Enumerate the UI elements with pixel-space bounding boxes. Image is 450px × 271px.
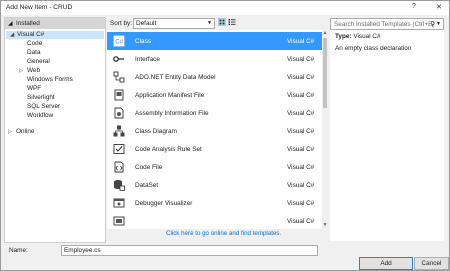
template-item-dataset[interactable]: DataSet Visual C#	[107, 176, 322, 194]
tree-item-online[interactable]: ▷ Online	[8, 128, 68, 136]
small-icons-view-icon[interactable]	[218, 18, 226, 26]
type-label: Type:	[335, 33, 352, 40]
class-diagram-icon	[113, 125, 125, 137]
template-language: Visual C#	[287, 74, 315, 81]
help-button[interactable]: ?	[408, 3, 420, 10]
add-button[interactable]: Add	[359, 257, 413, 270]
name-field-value: Employee.cs	[64, 247, 101, 254]
entity-model-icon	[113, 71, 125, 83]
template-language: Visual C#	[287, 38, 315, 45]
name-label: Name:	[9, 247, 28, 254]
installed-header[interactable]: ◢ Installed	[5, 18, 105, 29]
template-name: Class Diagram	[135, 128, 177, 135]
tree-item-web[interactable]: ▷ Web	[19, 67, 79, 75]
template-item-partial[interactable]: Visual C#	[107, 212, 322, 229]
tree-item-wpf[interactable]: WPF	[27, 85, 41, 93]
sort-toolbar: Sort by: Default ▼	[106, 17, 328, 29]
template-name: Interface	[135, 56, 160, 63]
type-value: Visual C#	[353, 33, 381, 40]
expand-arrow-icon: ▷	[8, 129, 13, 135]
template-language: Visual C#	[287, 200, 315, 207]
template-name: DataSet	[135, 182, 159, 189]
details-panel: Search Installed Templates (Ctrl+E) ⚲ ▼ …	[330, 17, 444, 241]
partial-item-icon	[113, 216, 125, 226]
cancel-button[interactable]: Cancel	[414, 257, 449, 270]
expand-arrow-icon: ▷	[19, 68, 24, 74]
tree-item-workflow[interactable]: Workflow	[27, 112, 53, 120]
list-view-icon[interactable]	[228, 18, 236, 26]
chevron-down-icon[interactable]: ▼	[436, 21, 441, 27]
tree-item-sql-server[interactable]: SQL Server	[27, 103, 60, 111]
find-templates-online-link[interactable]: Click here to go online and find templat…	[166, 230, 281, 237]
sort-by-value: Default	[136, 20, 157, 27]
template-item-class-diagram[interactable]: Class Diagram Visual C#	[107, 122, 322, 140]
template-language: Visual C#	[287, 182, 315, 189]
template-language: Visual C#	[287, 218, 315, 225]
interface-icon	[113, 56, 124, 62]
template-item-class[interactable]: C# Class Visual C#	[107, 32, 322, 50]
scroll-up-icon[interactable]: ▲	[322, 30, 328, 36]
template-description: An empty class declaration	[335, 45, 412, 52]
tree-item-label: Online	[16, 128, 35, 135]
template-item-code-analysis-rule-set[interactable]: Code Analysis Rule Set Visual C#	[107, 140, 322, 158]
installed-label: Installed	[16, 20, 40, 27]
type-line: Type: Visual C#	[335, 33, 381, 40]
template-name: Code Analysis Rule Set	[135, 146, 202, 153]
search-icon[interactable]: ⚲	[430, 20, 435, 28]
code-file-icon	[114, 161, 124, 173]
expand-arrow-icon: ◢	[10, 32, 15, 38]
tree-item-label: Web	[27, 67, 41, 74]
template-name: Code File	[135, 164, 163, 171]
template-language: Visual C#	[287, 110, 315, 117]
collapse-arrow-icon: ◢	[8, 21, 13, 27]
search-input[interactable]: Search Installed Templates (Ctrl+E) ⚲ ▼	[330, 18, 444, 30]
template-language: Visual C#	[287, 56, 315, 63]
template-item-assembly-information-file[interactable]: Assembly Information File Visual C#	[107, 104, 322, 122]
template-language: Visual C#	[287, 92, 315, 99]
sort-by-label: Sort by:	[110, 20, 133, 27]
template-item-code-file[interactable]: Code File Visual C#	[107, 158, 322, 176]
template-language: Visual C#	[287, 146, 315, 153]
template-list: C# Class Visual C# Interface Visual C# A…	[107, 30, 322, 229]
tree-item-label: Visual C#	[17, 31, 45, 38]
template-name: Assembly Information File	[135, 110, 209, 117]
template-name: Class	[135, 38, 151, 45]
template-item-interface[interactable]: Interface Visual C#	[107, 50, 322, 68]
template-item-debugger-visualizer[interactable]: Debugger Visualizer Visual C#	[107, 194, 322, 212]
template-language: Visual C#	[287, 164, 315, 171]
manifest-icon	[114, 89, 124, 101]
close-button[interactable]: ✕	[433, 3, 445, 11]
search-placeholder: Search Installed Templates (Ctrl+E)	[334, 21, 435, 28]
class-icon: C#	[113, 35, 125, 47]
assembly-info-icon	[114, 107, 124, 119]
scroll-down-icon[interactable]: ▼	[322, 222, 328, 228]
template-item-application-manifest-file[interactable]: Application Manifest File Visual C#	[107, 86, 322, 104]
tree-item-windows-forms[interactable]: Windows Forms	[27, 76, 73, 84]
dataset-icon	[114, 180, 125, 191]
template-item-ado-net-entity-data-model[interactable]: ADO.NET Entity Data Model Visual C#	[107, 68, 322, 86]
category-tree-panel: ◢ Installed ◢ Visual C# Code Data Genera…	[4, 17, 106, 243]
svg-text:C#: C#	[115, 40, 123, 46]
tree-item-data[interactable]: Data	[27, 49, 41, 57]
name-field[interactable]: Employee.cs	[61, 245, 318, 256]
template-list-scrollbar[interactable]: ▲ ▼	[322, 30, 328, 229]
window-title: Add New Item - CRUD	[6, 4, 73, 11]
tree-item-visual-csharp[interactable]: ◢ Visual C#	[6, 31, 104, 39]
add-new-item-dialog: Add New Item - CRUD ? ✕ ◢ Installed ◢ Vi…	[0, 0, 450, 271]
title-bar: Add New Item - CRUD ? ✕	[1, 1, 449, 15]
template-name: ADO.NET Entity Data Model	[135, 74, 216, 81]
template-info: Type: Visual C# An empty class declarati…	[330, 30, 444, 241]
chevron-down-icon: ▼	[207, 20, 212, 26]
tree-item-silverlight[interactable]: Silverlight	[27, 94, 55, 102]
template-name: Debugger Visualizer	[135, 200, 193, 207]
scrollbar-thumb[interactable]	[323, 38, 327, 108]
template-name: Application Manifest File	[135, 92, 205, 99]
template-language: Visual C#	[287, 128, 315, 135]
debugger-visualizer-icon	[113, 198, 125, 208]
tree-item-code[interactable]: Code	[27, 40, 42, 48]
rule-set-icon	[113, 144, 125, 154]
sort-by-dropdown[interactable]: Default ▼	[133, 18, 215, 29]
tree-item-general[interactable]: General	[27, 58, 50, 66]
